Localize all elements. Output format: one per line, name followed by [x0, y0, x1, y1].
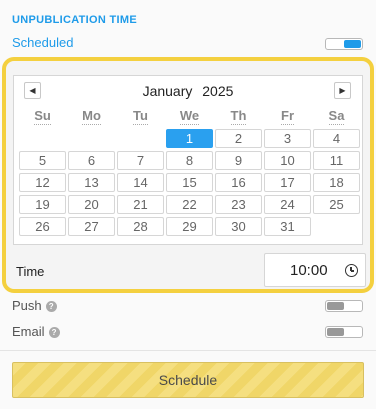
day-cell[interactable]: 31 — [264, 217, 311, 236]
push-option: Push? — [12, 298, 57, 313]
day-cell[interactable]: 22 — [166, 195, 213, 214]
day-cell[interactable]: 23 — [215, 195, 262, 214]
clock-icon[interactable] — [345, 264, 358, 277]
day-cell[interactable]: 18 — [313, 173, 360, 192]
weekday-header: Mo — [82, 108, 101, 125]
weekday-header: Th — [230, 108, 247, 125]
day-cell[interactable]: 6 — [68, 151, 115, 170]
day-cell[interactable]: 1 — [166, 129, 213, 148]
day-cell[interactable]: 19 — [19, 195, 66, 214]
day-cell[interactable]: 8 — [166, 151, 213, 170]
day-cell[interactable]: 29 — [166, 217, 213, 236]
help-icon[interactable]: ? — [45, 301, 57, 312]
day-cell[interactable]: 9 — [215, 151, 262, 170]
day-cell[interactable]: 3 — [264, 129, 311, 148]
day-cell[interactable]: 26 — [19, 217, 66, 236]
time-input[interactable]: 10:00 — [264, 253, 366, 287]
schedule-button[interactable]: Schedule — [12, 362, 364, 398]
weekday-header: Su — [34, 108, 51, 125]
day-cell[interactable]: 11 — [313, 151, 360, 170]
day-cell[interactable]: 17 — [264, 173, 311, 192]
help-icon[interactable]: ? — [48, 327, 60, 338]
email-label: Email — [12, 324, 45, 339]
day-cell[interactable]: 2 — [215, 129, 262, 148]
day-cell[interactable]: 21 — [117, 195, 164, 214]
day-cell[interactable]: 15 — [166, 173, 213, 192]
year-label: 2025 — [202, 83, 234, 99]
month-label: January — [142, 83, 193, 99]
weekday-header: Fr — [281, 108, 294, 125]
toggle-knob — [344, 40, 361, 48]
day-cell[interactable]: 16 — [215, 173, 262, 192]
day-cell[interactable]: 7 — [117, 151, 164, 170]
day-cell[interactable]: 4 — [313, 129, 360, 148]
section-title: UNPUBLICATION TIME — [12, 14, 137, 26]
weekday-header: We — [179, 108, 200, 125]
day-cell[interactable]: 30 — [215, 217, 262, 236]
scheduled-toggle[interactable] — [325, 38, 363, 50]
email-toggle[interactable] — [325, 326, 363, 338]
email-option: Email? — [12, 324, 60, 339]
day-cell[interactable]: 13 — [68, 173, 115, 192]
day-cell[interactable]: 14 — [117, 173, 164, 192]
push-toggle[interactable] — [325, 300, 363, 312]
calendar-highlight-frame: ◀ January 2025 ▶ Su Mo Tu We Th Fr Sa 12… — [2, 57, 374, 293]
toggle-knob — [327, 302, 344, 310]
date-picker: ◀ January 2025 ▶ Su Mo Tu We Th Fr Sa 12… — [13, 75, 363, 245]
triangle-right-icon: ▶ — [339, 86, 346, 95]
day-cell[interactable]: 28 — [117, 217, 164, 236]
weekday-header: Tu — [133, 108, 148, 125]
day-cell[interactable]: 24 — [264, 195, 311, 214]
time-value: 10:00 — [290, 262, 328, 279]
next-month-button[interactable]: ▶ — [334, 82, 351, 99]
toggle-knob — [327, 328, 344, 336]
scheduled-label: Scheduled — [12, 35, 74, 50]
weekday-header: Sa — [328, 108, 345, 125]
day-cell[interactable]: 27 — [68, 217, 115, 236]
day-cell[interactable]: 5 — [19, 151, 66, 170]
divider — [0, 350, 376, 351]
day-cell[interactable]: 12 — [19, 173, 66, 192]
push-label: Push — [12, 298, 42, 313]
month-year-header: January 2025 — [14, 83, 362, 99]
day-cell[interactable]: 20 — [68, 195, 115, 214]
day-cell[interactable]: 25 — [313, 195, 360, 214]
time-label: Time — [16, 264, 45, 279]
day-cell[interactable]: 10 — [264, 151, 311, 170]
